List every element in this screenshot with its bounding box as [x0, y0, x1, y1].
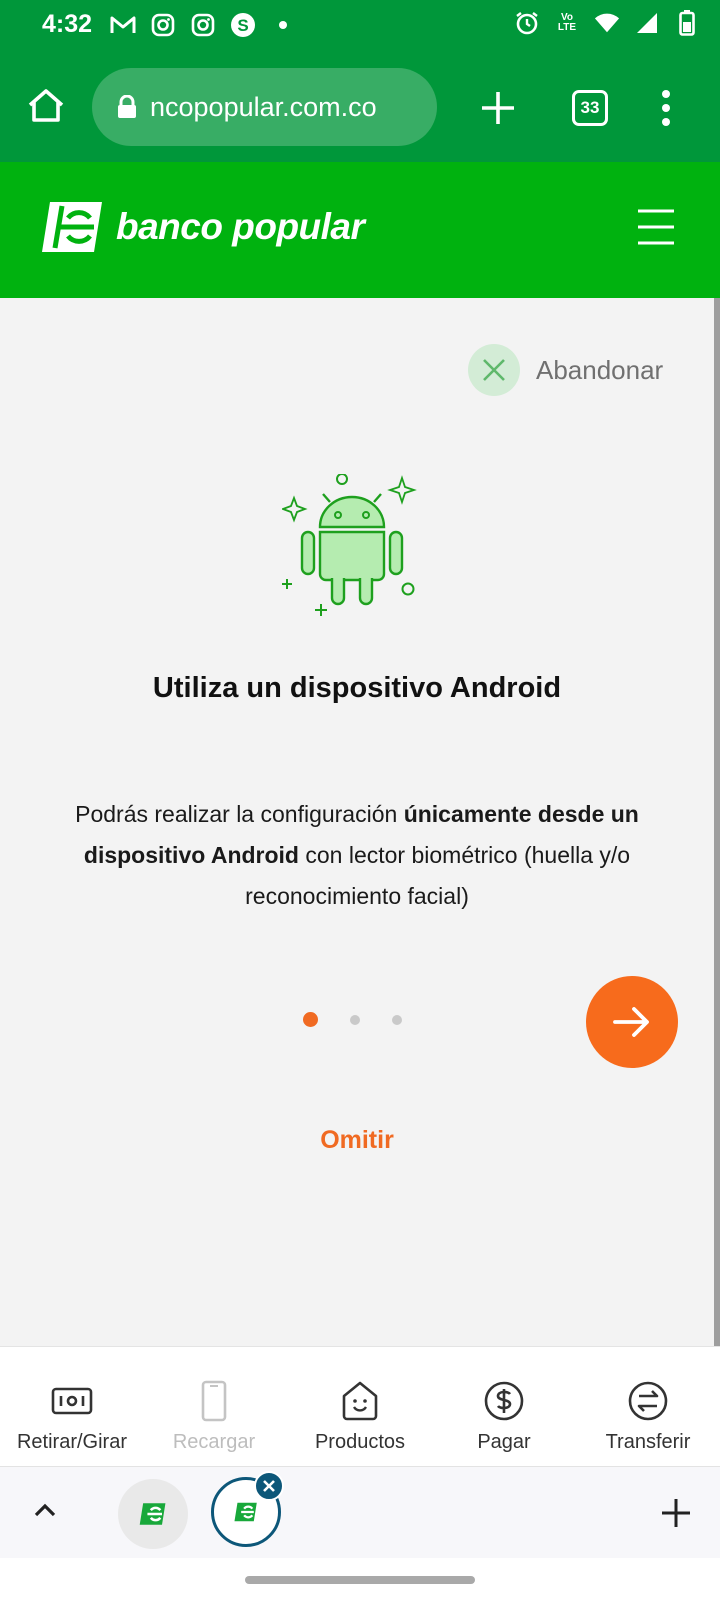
slide-description: Podrás realizar la configuración únicame… [30, 794, 684, 917]
bottom-nav: Retirar/Girar Recargar Productos Pagar T… [0, 1346, 720, 1466]
page-dot-active[interactable] [303, 1012, 318, 1027]
gmail-icon [110, 12, 136, 38]
more-vert-icon [662, 90, 670, 126]
desc-text: Podrás realizar la configuración [75, 801, 404, 827]
chevron-up-icon[interactable] [32, 1499, 58, 1521]
volte-icon: Vo LTE [557, 12, 577, 33]
overflow-menu-button[interactable] [656, 86, 676, 130]
dot-icon [270, 12, 296, 38]
bag-icon [342, 1381, 378, 1421]
site-header: banco popular [0, 162, 720, 298]
transfer-icon [628, 1381, 668, 1421]
gesture-handle[interactable] [245, 1576, 475, 1584]
brand-logo[interactable]: banco popular [38, 198, 365, 256]
url-text: ncopopular.com.co [150, 91, 377, 122]
banco-popular-favicon [234, 1502, 257, 1522]
plus-icon[interactable] [660, 1497, 692, 1529]
close-tab-button[interactable] [254, 1471, 284, 1501]
nav-item-transferir[interactable]: Transferir [576, 1347, 720, 1467]
system-icons: Vo LTE [514, 10, 700, 36]
next-button[interactable] [586, 976, 678, 1068]
instagram-icon [190, 12, 216, 38]
cash-icon [51, 1387, 93, 1415]
lock-icon [118, 95, 136, 118]
url-bar[interactable]: ncopopular.com.co [92, 68, 437, 146]
onboarding-content: Abandonar Utiliza un dispositivo Android… [0, 298, 714, 1346]
browser-toolbar: ncopopular.com.co 33 [0, 56, 720, 162]
signal-icon [634, 10, 660, 36]
notification-icons: S [110, 12, 296, 38]
slide-title: Utiliza un dispositivo Android [152, 672, 562, 704]
page-dot[interactable] [392, 1015, 402, 1025]
abandon-label: Abandonar [536, 354, 664, 385]
nav-label: Productos [314, 1431, 406, 1453]
banco-popular-logo-icon [42, 202, 102, 252]
nav-label: Transferir [605, 1431, 691, 1453]
hamburger-icon [638, 209, 674, 245]
site-menu-button[interactable] [636, 208, 676, 246]
browser-tab-strip [0, 1466, 720, 1558]
desc-text: con lector biométrico (huella y/o recono… [245, 842, 631, 909]
battery-icon [674, 10, 700, 36]
plus-icon [482, 92, 514, 124]
desc-bold: dispositivo Android [83, 842, 299, 868]
wifi-icon [594, 10, 620, 36]
status-time: 4:32 [42, 10, 93, 38]
phone-icon [201, 1380, 227, 1422]
svg-text:S: S [237, 16, 248, 35]
new-tab-button[interactable] [478, 88, 518, 128]
status-bar: 4:32 S Vo LTE [0, 0, 720, 56]
nav-item-recargar[interactable]: Recargar [142, 1347, 286, 1467]
close-icon [483, 359, 505, 381]
nav-label: Retirar/Girar [16, 1431, 127, 1453]
gesture-area [0, 1558, 720, 1600]
close-icon [263, 1480, 275, 1492]
arrow-right-icon [613, 1007, 649, 1037]
android-robot-icon [282, 474, 417, 616]
nav-item-retirar[interactable]: Retirar/Girar [0, 1347, 144, 1467]
nav-item-pagar[interactable]: Pagar [432, 1347, 576, 1467]
nav-item-productos[interactable]: Productos [288, 1347, 432, 1467]
tab-switcher-button[interactable]: 33 [572, 90, 608, 126]
pagination-dots [303, 1012, 413, 1032]
skip-link[interactable]: Omitir [0, 1126, 714, 1155]
nav-label: Recargar [172, 1431, 256, 1453]
brand-name: banco popular [116, 206, 365, 247]
skype-icon: S [230, 12, 256, 38]
abandon-button[interactable]: Abandonar [468, 344, 663, 396]
banco-popular-favicon [139, 1503, 166, 1525]
home-icon [28, 89, 64, 122]
instagram-icon [150, 12, 176, 38]
dollar-icon [484, 1381, 524, 1421]
page-dot[interactable] [350, 1015, 360, 1025]
home-button[interactable] [24, 84, 68, 128]
alarm-icon [514, 10, 540, 36]
desc-bold: únicamente desde un [403, 801, 639, 827]
scrollbar[interactable] [714, 298, 720, 1346]
nav-label: Pagar [477, 1431, 531, 1453]
tab-thumbnail[interactable] [118, 1479, 188, 1549]
abandon-circle [468, 344, 520, 396]
